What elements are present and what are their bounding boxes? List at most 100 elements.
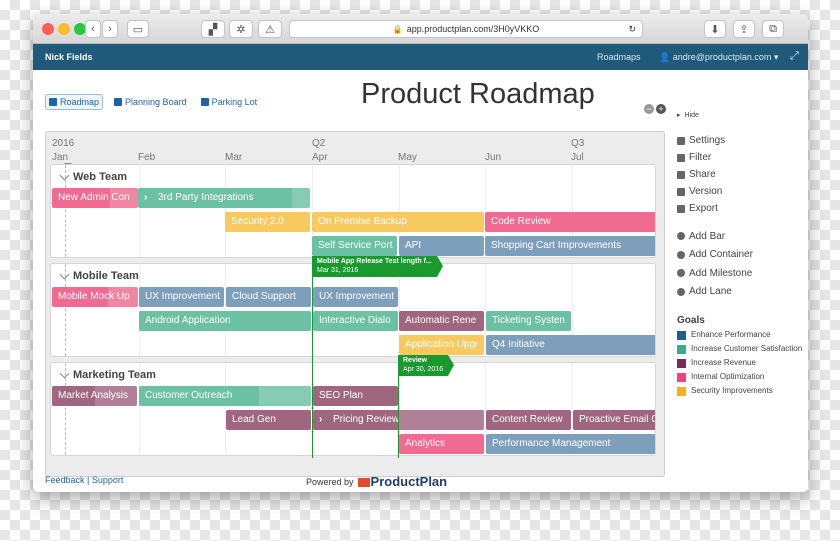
sidebar-item-add-bar[interactable]: Add Bar bbox=[677, 227, 807, 246]
milestone-flag[interactable]: Review Apr 30, 2016 bbox=[398, 355, 455, 376]
roadmap-bar[interactable]: Proactive Email C bbox=[573, 410, 655, 430]
roadmap-bar[interactable]: Self Service Port bbox=[312, 236, 397, 256]
hide-sidebar-button[interactable]: ▸ Hide bbox=[677, 108, 807, 122]
zoom-out-icon[interactable]: − bbox=[644, 104, 654, 114]
roadmap-bar[interactable]: Shopping Cart Improvements bbox=[485, 236, 655, 256]
roadmap-bar[interactable]: Q4 Initiative bbox=[486, 335, 655, 355]
roadmap-bar[interactable]: New Admin Con bbox=[52, 188, 138, 208]
sidebar-add-actions: Add Bar Add Container Add Milestone Add Lan… bbox=[677, 227, 807, 301]
roadmap-bar[interactable]: UX Improvement bbox=[139, 287, 224, 307]
address-bar[interactable]: 🔒 app.productplan.com/3H0yVKKO ↻ bbox=[289, 20, 643, 38]
feedback-link[interactable]: Feedback bbox=[45, 475, 85, 485]
roadmap-bar[interactable]: Analytics bbox=[399, 434, 484, 454]
roadmap-bar[interactable]: Code Review bbox=[485, 212, 655, 232]
main-content: Roadmap Planning Board Parking Lot Produ… bbox=[33, 70, 808, 492]
minimize-window-button[interactable] bbox=[58, 23, 70, 35]
browser-toolbar: ‹ › ▭ ▞ ✲ ⚠ 🔒 app.productplan.com/3H0yVK… bbox=[33, 14, 808, 44]
close-window-button[interactable] bbox=[42, 23, 54, 35]
app-header: Nick Fields Roadmaps 👤 andre@productplan… bbox=[33, 44, 808, 70]
bar-label: Lead Gen bbox=[232, 414, 276, 425]
roadmap-bar[interactable]: Performance Management bbox=[486, 434, 655, 454]
download-button[interactable]: ⬇ bbox=[704, 20, 726, 38]
chevron-down-icon[interactable] bbox=[59, 170, 70, 180]
milestone-date: Mar 31, 2016 bbox=[317, 267, 359, 274]
roadmap-bar[interactable]: Mobile Mock Up bbox=[52, 287, 138, 307]
chevron-down-icon[interactable] bbox=[59, 269, 70, 279]
bar-label: UX Improvement bbox=[145, 291, 221, 302]
sidebar-item-export[interactable]: Export bbox=[677, 200, 807, 217]
milestone-flag[interactable]: Mobile App Release Test length f... Mar 3… bbox=[312, 256, 443, 277]
roadmap-bar[interactable]: › 3rd Party Integrations bbox=[138, 188, 310, 208]
share-icon bbox=[677, 170, 685, 179]
roadmap-icon bbox=[49, 98, 57, 106]
sidebar-item-add-container[interactable]: Add Container bbox=[677, 246, 807, 265]
back-button[interactable]: ‹ bbox=[85, 20, 101, 38]
bar-label: Ticketing Systen bbox=[492, 315, 565, 326]
tab-planning-board[interactable]: Planning Board bbox=[111, 94, 190, 110]
goal-legend-item[interactable]: Increase Revenue bbox=[677, 358, 807, 368]
sidebar-item-share[interactable]: Share bbox=[677, 166, 807, 183]
container-expand-icon[interactable]: › bbox=[144, 188, 158, 208]
roadmap-bar[interactable]: Android Application bbox=[139, 311, 311, 331]
expand-icon[interactable]: ⤢ bbox=[790, 50, 799, 63]
month-label: Mar bbox=[225, 152, 243, 163]
goal-legend-item[interactable]: Internal Optimization bbox=[677, 372, 807, 382]
settings-extension-button[interactable]: ✲ bbox=[229, 20, 253, 38]
sidebar-item-add-milestone[interactable]: Add Milestone bbox=[677, 264, 807, 283]
roadmap-bar[interactable]: Security 2.0 bbox=[225, 212, 310, 232]
roadmap-bar[interactable]: Automatic Rene bbox=[399, 311, 484, 331]
sidebar-item-version[interactable]: Version bbox=[677, 183, 807, 200]
plus-circle-icon bbox=[677, 269, 685, 278]
sidebar-item-settings[interactable]: Settings bbox=[677, 132, 807, 149]
tabs-button[interactable]: ⧉ bbox=[762, 20, 784, 38]
goal-legend-item[interactable]: Increase Customer Satisfaction bbox=[677, 344, 807, 354]
roadmap-bar[interactable]: SEO Plan bbox=[313, 386, 398, 406]
view-tabs: Roadmap Planning Board Parking Lot bbox=[45, 94, 260, 110]
tab-label: Roadmap bbox=[60, 97, 100, 107]
forward-button[interactable]: › bbox=[102, 20, 118, 38]
sidebar-toggle-button[interactable]: ▭ bbox=[127, 20, 149, 38]
roadmaps-link[interactable]: Roadmaps bbox=[597, 52, 641, 62]
lane-header[interactable]: Marketing Team bbox=[59, 368, 156, 381]
roadmap-bar[interactable]: Ticketing Systen bbox=[486, 311, 571, 331]
board-icon bbox=[114, 98, 123, 106]
user-name[interactable]: Nick Fields bbox=[45, 52, 93, 62]
lane-header[interactable]: Mobile Team bbox=[59, 269, 139, 282]
month-label: Feb bbox=[138, 152, 156, 163]
page-title: Product Roadmap bbox=[361, 78, 595, 110]
reload-icon[interactable]: ↻ bbox=[628, 24, 636, 35]
lane-header[interactable]: Web Team bbox=[59, 170, 127, 183]
chevron-down-icon[interactable] bbox=[59, 368, 70, 378]
roadmap-bar[interactable]: On Premise Backup bbox=[312, 212, 484, 232]
tab-parking-lot[interactable]: Parking Lot bbox=[198, 94, 261, 110]
sidebar-item-add-lane[interactable]: Add Lane bbox=[677, 283, 807, 302]
roadmap-bar[interactable]: Cloud Support bbox=[226, 287, 311, 307]
roadmap-bar[interactable]: Lead Gen bbox=[226, 410, 311, 430]
productplan-logo[interactable]: ProductPlan bbox=[357, 474, 447, 489]
bar-label: API bbox=[405, 240, 422, 251]
extension-button[interactable]: ▞ bbox=[201, 20, 225, 38]
bar-label: Content Review bbox=[492, 414, 563, 425]
roadmap-bar[interactable]: Content Review bbox=[486, 410, 571, 430]
share-button[interactable]: ⇪ bbox=[733, 20, 755, 38]
tab-roadmap[interactable]: Roadmap bbox=[45, 94, 104, 110]
sidebar-item-filter[interactable]: Filter bbox=[677, 149, 807, 166]
zoom-in-icon[interactable]: + bbox=[656, 104, 666, 114]
roadmap-bar[interactable]: Customer Outreach bbox=[139, 386, 311, 406]
support-link[interactable]: Support bbox=[92, 475, 124, 485]
sidebar-item-label: Filter bbox=[689, 152, 712, 163]
warning-button[interactable]: ⚠ bbox=[258, 20, 282, 38]
sidebar-item-label: Add Container bbox=[689, 249, 753, 261]
roadmap-bar[interactable]: Interactive Dialo bbox=[313, 311, 398, 331]
bar-label: Market Analysis bbox=[58, 390, 129, 401]
roadmap-bar[interactable]: UX Improvement bbox=[313, 287, 398, 307]
roadmap-bar[interactable]: API bbox=[399, 236, 484, 256]
bar-label: Mobile Mock Up bbox=[58, 291, 130, 302]
goal-legend-item[interactable]: Enhance Performance bbox=[677, 330, 807, 340]
account-menu[interactable]: 👤 andre@productplan.com ▾ bbox=[659, 52, 778, 63]
roadmap-bar[interactable]: Application Upgr bbox=[399, 335, 484, 355]
roadmap-bar[interactable]: Market Analysis bbox=[52, 386, 137, 406]
container-expand-icon[interactable]: › bbox=[319, 410, 333, 430]
bar-label: Cloud Support bbox=[232, 291, 296, 302]
goal-legend-item[interactable]: Security Improvements bbox=[677, 386, 807, 396]
